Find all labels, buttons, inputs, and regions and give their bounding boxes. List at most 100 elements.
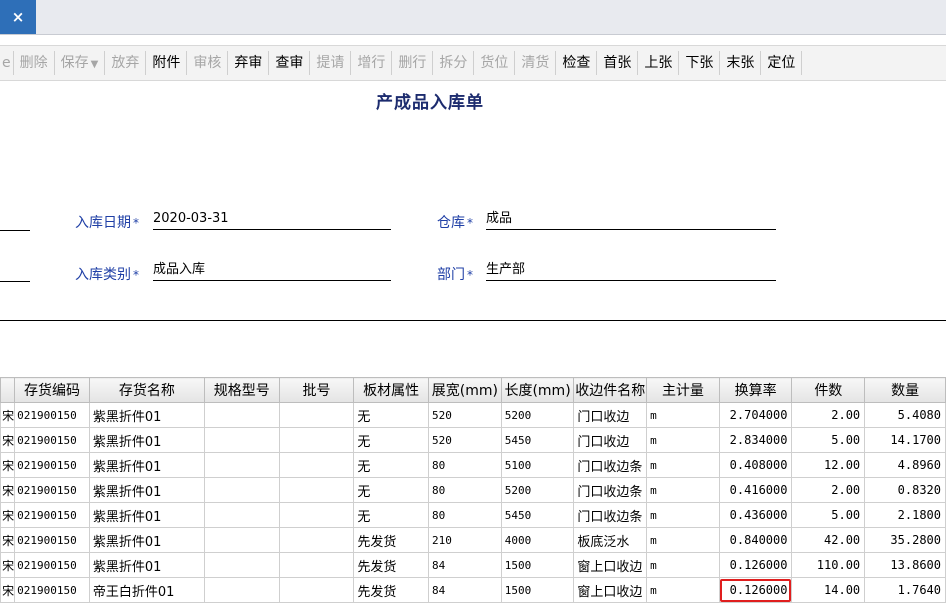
cell-code[interactable]: 021900150 bbox=[14, 552, 90, 578]
cell-rate[interactable]: 0.126000 bbox=[718, 577, 793, 603]
cell-pieces[interactable]: 14.00 bbox=[791, 577, 866, 603]
column-header[interactable]: 批号 bbox=[278, 377, 355, 403]
column-header[interactable]: 件数 bbox=[791, 377, 866, 403]
cell-attr[interactable]: 无 bbox=[353, 427, 430, 453]
cell-qty[interactable]: 1.7640 bbox=[864, 577, 946, 603]
cell-pieces[interactable]: 5.00 bbox=[791, 427, 866, 453]
cell-rate[interactable]: 0.416000 bbox=[718, 477, 793, 503]
column-header[interactable]: 长度(mm) bbox=[500, 377, 575, 403]
toolbar-button-5[interactable]: 弃审 bbox=[228, 51, 270, 75]
toolbar-button-17[interactable]: 末张 bbox=[720, 51, 762, 75]
cell-batch[interactable] bbox=[278, 452, 355, 478]
toolbar-partial-button[interactable]: e bbox=[0, 51, 14, 75]
cell-name[interactable]: 紫黑折件01 bbox=[88, 477, 205, 503]
toolbar-button-16[interactable]: 下张 bbox=[679, 51, 721, 75]
table-row[interactable]: 宋 021900150 紫黑折件01 无 80 5100 门口收边条 m 0.408000 12.… bbox=[0, 452, 946, 478]
cell-width[interactable]: 210 bbox=[428, 527, 502, 553]
cell-spec[interactable] bbox=[203, 502, 280, 528]
column-header[interactable]: 存货编码 bbox=[14, 377, 90, 403]
toolbar-button-0[interactable]: 删除 bbox=[14, 51, 55, 75]
cell-length[interactable]: 5450 bbox=[500, 427, 575, 453]
toolbar-button-11[interactable]: 货位 bbox=[474, 51, 516, 75]
cell-part[interactable]: 窗上口收边 bbox=[573, 577, 648, 603]
cell-rate[interactable]: 0.408000 bbox=[718, 452, 793, 478]
cell-attr[interactable]: 先发货 bbox=[353, 552, 430, 578]
cell-length[interactable]: 1500 bbox=[500, 552, 575, 578]
cell-attr[interactable]: 先发货 bbox=[353, 577, 430, 603]
cell-spec[interactable] bbox=[203, 402, 280, 428]
cell-name[interactable]: 紫黑折件01 bbox=[88, 552, 205, 578]
cell-batch[interactable] bbox=[278, 577, 355, 603]
cell-batch[interactable] bbox=[278, 477, 355, 503]
column-header[interactable]: 主计量 bbox=[646, 377, 720, 403]
cell-spec[interactable] bbox=[203, 427, 280, 453]
cell-rate[interactable]: 2.704000 bbox=[718, 402, 793, 428]
toolbar-button-14[interactable]: 首张 bbox=[597, 51, 639, 75]
cell-qty[interactable]: 4.8960 bbox=[864, 452, 946, 478]
cell-unit[interactable]: m bbox=[646, 502, 720, 528]
cell-qty[interactable]: 0.8320 bbox=[864, 477, 946, 503]
cell-name[interactable]: 帝王白折件01 bbox=[88, 577, 205, 603]
warehouse-field[interactable]: 成品 bbox=[486, 211, 776, 230]
cell-spec[interactable] bbox=[203, 452, 280, 478]
toolbar-button-18[interactable]: 定位 bbox=[761, 51, 803, 75]
cell-part[interactable]: 门口收边条 bbox=[573, 502, 648, 528]
cell-width[interactable]: 80 bbox=[428, 477, 502, 503]
toolbar-button-1[interactable]: 保存 ▼ bbox=[55, 51, 106, 75]
cell-batch[interactable] bbox=[278, 427, 355, 453]
cell-name[interactable]: 紫黑折件01 bbox=[88, 427, 205, 453]
cell-spec[interactable] bbox=[203, 552, 280, 578]
cell-unit[interactable]: m bbox=[646, 402, 720, 428]
toolbar-button-15[interactable]: 上张 bbox=[638, 51, 680, 75]
cell-unit[interactable]: m bbox=[646, 427, 720, 453]
table-row[interactable]: 宋 021900150 紫黑折件01 无 80 5200 门口收边条 m 0.416000 2.0… bbox=[0, 477, 946, 503]
cell-part[interactable]: 门口收边条 bbox=[573, 452, 648, 478]
cell-width[interactable]: 84 bbox=[428, 552, 502, 578]
cell-batch[interactable] bbox=[278, 552, 355, 578]
table-row[interactable]: 宋 021900150 紫黑折件01 无 80 5450 门口收边条 m 0.436000 5.0… bbox=[0, 502, 946, 528]
cell-attr[interactable]: 无 bbox=[353, 452, 430, 478]
cell-unit[interactable]: m bbox=[646, 527, 720, 553]
column-header[interactable]: 数量 bbox=[864, 377, 946, 403]
cell-width[interactable]: 84 bbox=[428, 577, 502, 603]
toolbar-button-9[interactable]: 删行 bbox=[392, 51, 434, 75]
cell-name[interactable]: 紫黑折件01 bbox=[88, 402, 205, 428]
cell-length[interactable]: 5450 bbox=[500, 502, 575, 528]
cell-pieces[interactable]: 110.00 bbox=[791, 552, 866, 578]
cell-pieces[interactable]: 42.00 bbox=[791, 527, 866, 553]
cell-spec[interactable] bbox=[203, 477, 280, 503]
inbound-date-field[interactable]: 2020-03-31 bbox=[153, 211, 391, 230]
cell-name[interactable]: 紫黑折件01 bbox=[88, 452, 205, 478]
column-header[interactable]: 收边件名称 bbox=[573, 377, 648, 403]
cell-part[interactable]: 门口收边条 bbox=[573, 477, 648, 503]
cell-width[interactable]: 80 bbox=[428, 452, 502, 478]
column-header[interactable]: 存货名称 bbox=[88, 377, 205, 403]
cell-pieces[interactable]: 5.00 bbox=[791, 502, 866, 528]
cell-width[interactable]: 520 bbox=[428, 427, 502, 453]
cell-qty[interactable]: 14.1700 bbox=[864, 427, 946, 453]
toolbar-button-6[interactable]: 查审 bbox=[269, 51, 311, 75]
cell-code[interactable]: 021900150 bbox=[14, 452, 90, 478]
cell-qty[interactable]: 2.1800 bbox=[864, 502, 946, 528]
cell-unit[interactable]: m bbox=[646, 577, 720, 603]
column-header[interactable]: 展宽(mm) bbox=[428, 377, 502, 403]
cell-attr[interactable]: 先发货 bbox=[353, 527, 430, 553]
cell-width[interactable]: 80 bbox=[428, 502, 502, 528]
cell-width[interactable]: 520 bbox=[428, 402, 502, 428]
toolbar-button-3[interactable]: 附件 bbox=[146, 51, 188, 75]
toolbar-button-4[interactable]: 审核 bbox=[187, 51, 229, 75]
cell-length[interactable]: 4000 bbox=[500, 527, 575, 553]
cell-name[interactable]: 紫黑折件01 bbox=[88, 502, 205, 528]
cell-attr[interactable]: 无 bbox=[353, 402, 430, 428]
cell-batch[interactable] bbox=[278, 527, 355, 553]
cell-spec[interactable] bbox=[203, 577, 280, 603]
toolbar-button-8[interactable]: 增行 bbox=[351, 51, 393, 75]
cell-length[interactable]: 5200 bbox=[500, 402, 575, 428]
cell-rate[interactable]: 0.436000 bbox=[718, 502, 793, 528]
cell-name[interactable]: 紫黑折件01 bbox=[88, 527, 205, 553]
cell-pieces[interactable]: 2.00 bbox=[791, 402, 866, 428]
cell-attr[interactable]: 无 bbox=[353, 477, 430, 503]
cell-batch[interactable] bbox=[278, 502, 355, 528]
inbound-type-field[interactable]: 成品入库 bbox=[153, 262, 391, 281]
close-tab-button[interactable]: × bbox=[0, 0, 36, 34]
